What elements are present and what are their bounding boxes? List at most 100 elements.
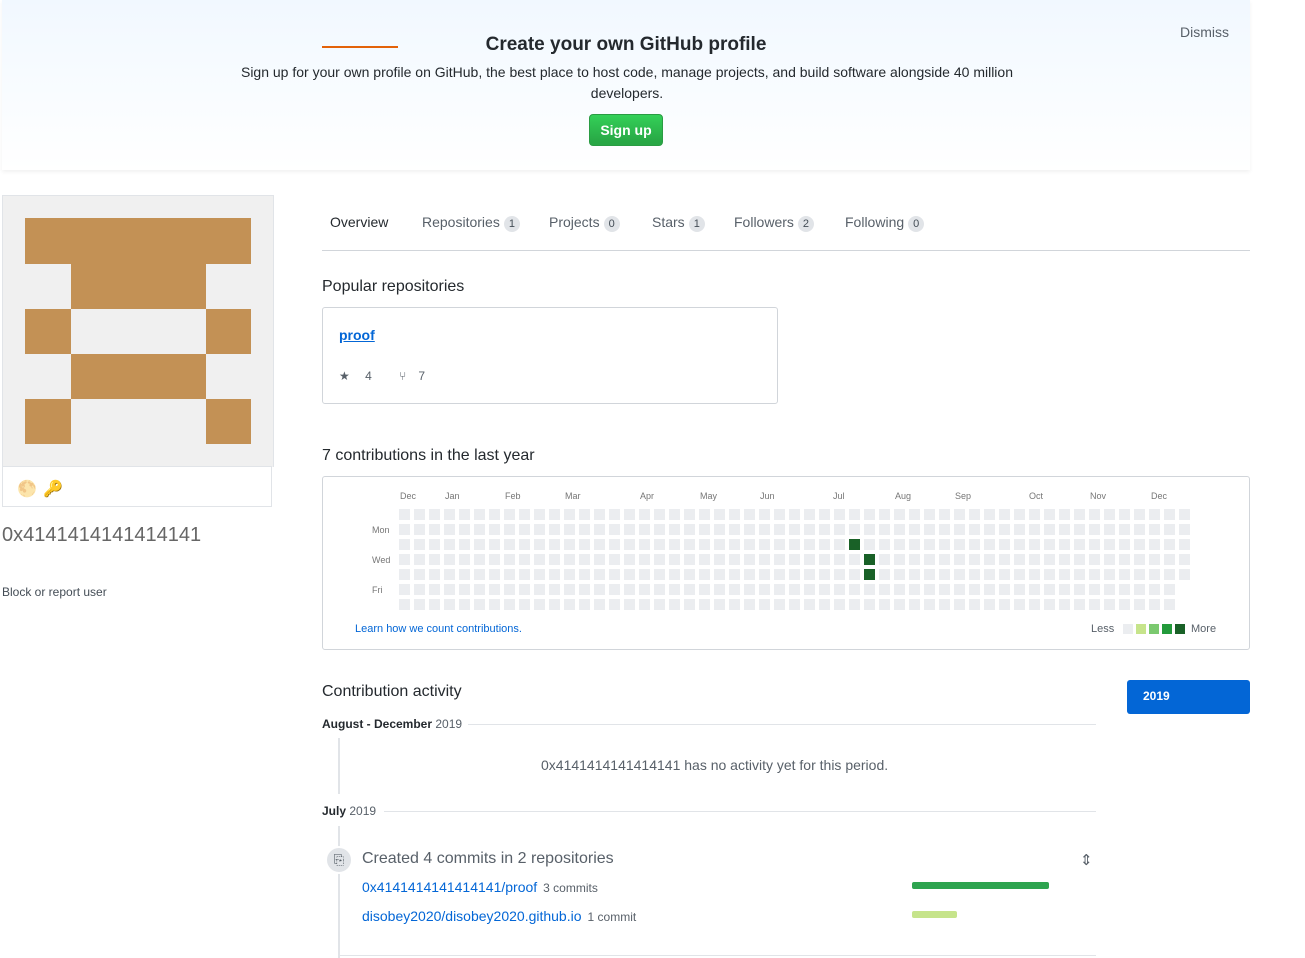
contribution-day[interactable] xyxy=(984,554,995,565)
contribution-day[interactable] xyxy=(519,509,530,520)
contribution-day[interactable] xyxy=(879,569,890,580)
contribution-day[interactable] xyxy=(894,584,905,595)
contribution-day[interactable] xyxy=(459,539,470,550)
contribution-day[interactable] xyxy=(429,584,440,595)
contribution-day[interactable] xyxy=(834,539,845,550)
contribution-day[interactable] xyxy=(684,554,695,565)
contribution-day[interactable] xyxy=(699,584,710,595)
contribution-day[interactable] xyxy=(459,524,470,535)
contribution-day[interactable] xyxy=(594,584,605,595)
avatar[interactable] xyxy=(2,195,274,467)
contribution-day[interactable] xyxy=(429,524,440,535)
contribution-day[interactable] xyxy=(939,554,950,565)
contribution-day[interactable] xyxy=(1119,524,1130,535)
contribution-day[interactable] xyxy=(834,554,845,565)
contribution-day[interactable] xyxy=(414,524,425,535)
contribution-day[interactable] xyxy=(924,539,935,550)
contribution-day[interactable] xyxy=(894,524,905,535)
repo-link[interactable]: proof xyxy=(339,327,375,343)
contribution-day[interactable] xyxy=(534,539,545,550)
tab-projects[interactable]: Projects 0 xyxy=(549,214,620,232)
contribution-day[interactable] xyxy=(804,524,815,535)
contribution-day[interactable] xyxy=(1149,554,1160,565)
contribution-day[interactable] xyxy=(729,524,740,535)
contribution-day[interactable] xyxy=(789,509,800,520)
contribution-day[interactable] xyxy=(474,509,485,520)
contribution-day[interactable] xyxy=(1134,509,1145,520)
contribution-day[interactable] xyxy=(564,554,575,565)
contribution-day[interactable] xyxy=(609,584,620,595)
contribution-day[interactable] xyxy=(834,509,845,520)
contribution-day[interactable] xyxy=(1029,599,1040,610)
contribution-day[interactable] xyxy=(399,539,410,550)
contribution-day[interactable] xyxy=(819,569,830,580)
contribution-day[interactable] xyxy=(474,539,485,550)
contribution-day[interactable] xyxy=(639,569,650,580)
contribution-day[interactable] xyxy=(549,524,560,535)
contribution-day[interactable] xyxy=(399,524,410,535)
contribution-day[interactable] xyxy=(1104,539,1115,550)
contribution-day[interactable] xyxy=(759,509,770,520)
contribution-day[interactable] xyxy=(1059,569,1070,580)
contribution-day[interactable] xyxy=(654,569,665,580)
contribution-day[interactable] xyxy=(954,599,965,610)
contribution-day[interactable] xyxy=(999,584,1010,595)
contribution-day[interactable] xyxy=(489,554,500,565)
contribution-day[interactable] xyxy=(909,509,920,520)
contribution-day[interactable] xyxy=(1089,539,1100,550)
contribution-day[interactable] xyxy=(609,554,620,565)
contribution-day[interactable] xyxy=(999,569,1010,580)
forks-count[interactable]: ⑂ 7 xyxy=(399,369,437,383)
contribution-day[interactable] xyxy=(774,509,785,520)
contribution-day[interactable] xyxy=(1014,554,1025,565)
contribution-day[interactable] xyxy=(609,539,620,550)
contribution-day[interactable] xyxy=(654,509,665,520)
contribution-day[interactable] xyxy=(654,554,665,565)
moon-icon[interactable]: 🌕 xyxy=(17,479,37,499)
contribution-day[interactable] xyxy=(729,569,740,580)
contribution-day[interactable] xyxy=(774,569,785,580)
contribution-day[interactable] xyxy=(744,599,755,610)
contribution-day[interactable] xyxy=(1014,539,1025,550)
contribution-day[interactable] xyxy=(1074,539,1085,550)
contribution-day[interactable] xyxy=(1149,569,1160,580)
contribution-day[interactable] xyxy=(744,539,755,550)
contribution-day[interactable] xyxy=(729,584,740,595)
contribution-day[interactable] xyxy=(414,539,425,550)
contribution-day[interactable] xyxy=(864,509,875,520)
contribution-day[interactable] xyxy=(1134,539,1145,550)
contribution-day[interactable] xyxy=(489,569,500,580)
contribution-day[interactable] xyxy=(669,509,680,520)
contribution-day[interactable] xyxy=(849,509,860,520)
contribution-day[interactable] xyxy=(1059,599,1070,610)
contribution-day[interactable] xyxy=(474,599,485,610)
contribution-day[interactable] xyxy=(609,524,620,535)
contribution-day[interactable] xyxy=(1044,524,1055,535)
contribution-day[interactable] xyxy=(1014,584,1025,595)
contribution-day[interactable] xyxy=(714,509,725,520)
contribution-day[interactable] xyxy=(1044,569,1055,580)
contribution-day[interactable] xyxy=(414,554,425,565)
contribution-day[interactable] xyxy=(594,539,605,550)
contribution-day[interactable] xyxy=(489,524,500,535)
contribution-day[interactable] xyxy=(894,554,905,565)
contribution-day[interactable] xyxy=(759,539,770,550)
contribution-day[interactable] xyxy=(1164,539,1175,550)
contribution-day[interactable] xyxy=(534,524,545,535)
contribution-day[interactable] xyxy=(414,509,425,520)
contribution-day[interactable] xyxy=(489,509,500,520)
contribution-day[interactable] xyxy=(804,599,815,610)
contribution-day[interactable] xyxy=(819,554,830,565)
activity-repo-link[interactable]: 0x4141414141414141/proof xyxy=(362,879,537,895)
contribution-day[interactable] xyxy=(879,584,890,595)
contribution-day[interactable] xyxy=(489,539,500,550)
contribution-day[interactable] xyxy=(924,524,935,535)
contribution-day[interactable] xyxy=(504,509,515,520)
contribution-day[interactable] xyxy=(759,584,770,595)
contribution-day[interactable] xyxy=(939,599,950,610)
contribution-day[interactable] xyxy=(789,524,800,535)
contribution-day[interactable] xyxy=(984,524,995,535)
contribution-day[interactable] xyxy=(474,569,485,580)
contribution-day[interactable] xyxy=(714,524,725,535)
contribution-day[interactable] xyxy=(699,509,710,520)
